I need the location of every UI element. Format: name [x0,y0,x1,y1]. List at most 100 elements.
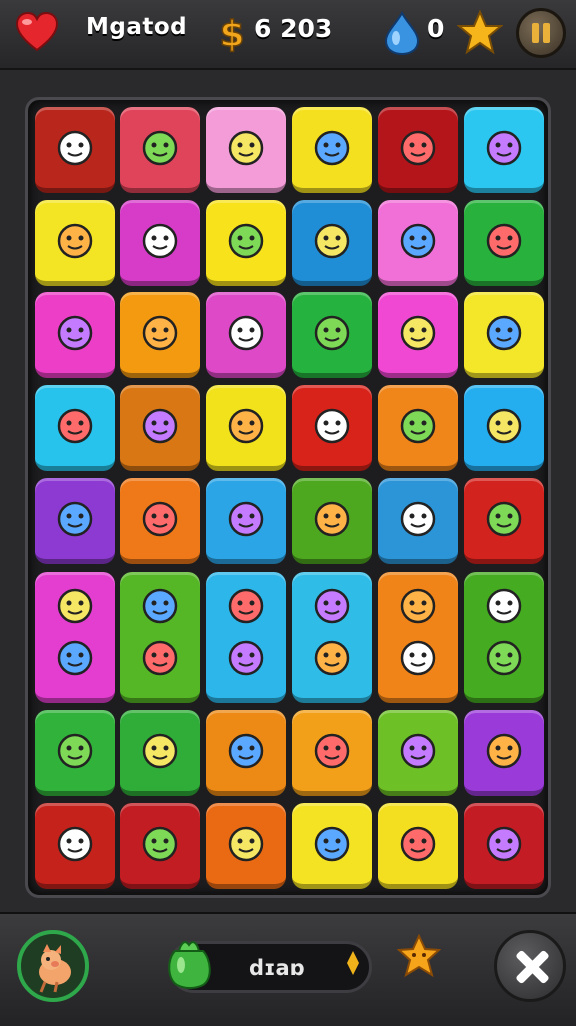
board-tile[interactable] [464,292,544,378]
board-tile[interactable] [35,710,115,796]
board-tile[interactable] [120,200,200,286]
jar-icon [228,130,264,166]
water-drop-icon [384,10,420,56]
board-tile[interactable] [120,292,200,378]
jar-icon [400,501,436,537]
chili-icon [314,130,350,166]
board-tile[interactable] [35,107,115,193]
board-tile[interactable] [378,478,458,564]
pause-button[interactable] [516,8,566,58]
board-tile[interactable] [120,572,200,703]
board-tile[interactable] [378,200,458,286]
board-tile[interactable] [120,107,200,193]
board-tile[interactable] [206,478,286,564]
board-tile[interactable] [378,107,458,193]
pencil-icon [486,733,522,769]
book-icon [57,315,93,351]
top-bar: Mgatod $ 6 203 0 [0,0,576,70]
board-tile[interactable] [206,292,286,378]
board-tile[interactable] [292,572,372,703]
bowl-icon [57,130,93,166]
dollar-icon: $ [219,13,246,56]
apple-chili-icon [314,588,350,624]
heart-sun-icon [400,640,436,676]
pencil-icon [57,501,93,537]
board-tile[interactable] [292,107,372,193]
avatar-button[interactable] [17,930,89,1002]
fish-icon [486,223,522,259]
board-tile[interactable] [464,710,544,796]
board-tile[interactable] [35,803,115,889]
board-tile[interactable] [35,478,115,564]
bunny-icon [314,733,350,769]
heart-bell-icon [57,640,93,676]
board-tile[interactable] [120,478,200,564]
drop-lemon-icon [228,640,264,676]
green-face-icon [228,408,264,444]
board-tile[interactable] [464,572,544,703]
bottle-icon [142,223,178,259]
board-tile[interactable] [206,200,286,286]
mushroom-face-icon [314,315,350,351]
board-tile[interactable] [35,385,115,471]
apple-chili-icon [314,640,350,676]
board-tile[interactable] [464,803,544,889]
game-board [25,97,551,898]
board-tile[interactable] [464,385,544,471]
board-tile[interactable] [292,292,372,378]
board-tile[interactable] [378,292,458,378]
board-tile[interactable] [292,803,372,889]
board-tile[interactable] [35,292,115,378]
crossed-sticks-icon [314,501,350,537]
bottom-bar: dɪaɒ [0,912,576,1026]
pear-icon [142,315,178,351]
lemon-icon [486,408,522,444]
heart-sun-icon [400,588,436,624]
board-tile[interactable] [464,200,544,286]
eye-icon [400,223,436,259]
heart-icon [15,11,59,52]
board-tile[interactable] [378,572,458,703]
star-banana-icon [486,640,522,676]
grapes-icon [57,733,93,769]
gem-count: 0 [427,14,445,43]
board-tile[interactable] [464,478,544,564]
pencil-icon [228,826,264,862]
pill-label: dɪaɒ [249,956,305,980]
board-tile[interactable] [292,385,372,471]
board-tile[interactable] [206,803,286,889]
coin-count: 6 203 [254,14,333,43]
pear-icon [400,733,436,769]
sad-face-icon [57,826,93,862]
board-tile[interactable] [35,572,115,703]
board-tile[interactable] [120,803,200,889]
board-tile[interactable] [292,710,372,796]
arrow-icon [347,951,359,975]
board-tile[interactable] [464,107,544,193]
pig-icon [39,944,71,993]
robot-icon [228,315,264,351]
board-tile[interactable] [206,385,286,471]
board-tile[interactable] [378,385,458,471]
board-tile[interactable] [292,478,372,564]
flower-icon [142,501,178,537]
strawberry-icon [314,223,350,259]
board-tile[interactable] [378,710,458,796]
board-tile[interactable] [120,710,200,796]
board-tile[interactable] [206,710,286,796]
blue-face-icon [314,408,350,444]
watering-can-icon [486,501,522,537]
star-button[interactable] [397,934,441,978]
lemon-leaf-icon [142,588,178,624]
bread-icon [142,130,178,166]
board-tile[interactable] [378,803,458,889]
board-tile[interactable] [206,572,286,703]
lemon-leaf-icon [142,640,178,676]
board-tile[interactable] [35,200,115,286]
board-tile[interactable] [206,107,286,193]
box-face-icon [228,733,264,769]
game-title: Mgatod [86,14,188,40]
board-tile[interactable] [120,385,200,471]
board-tile[interactable] [292,200,372,286]
close-button[interactable] [494,930,566,1002]
